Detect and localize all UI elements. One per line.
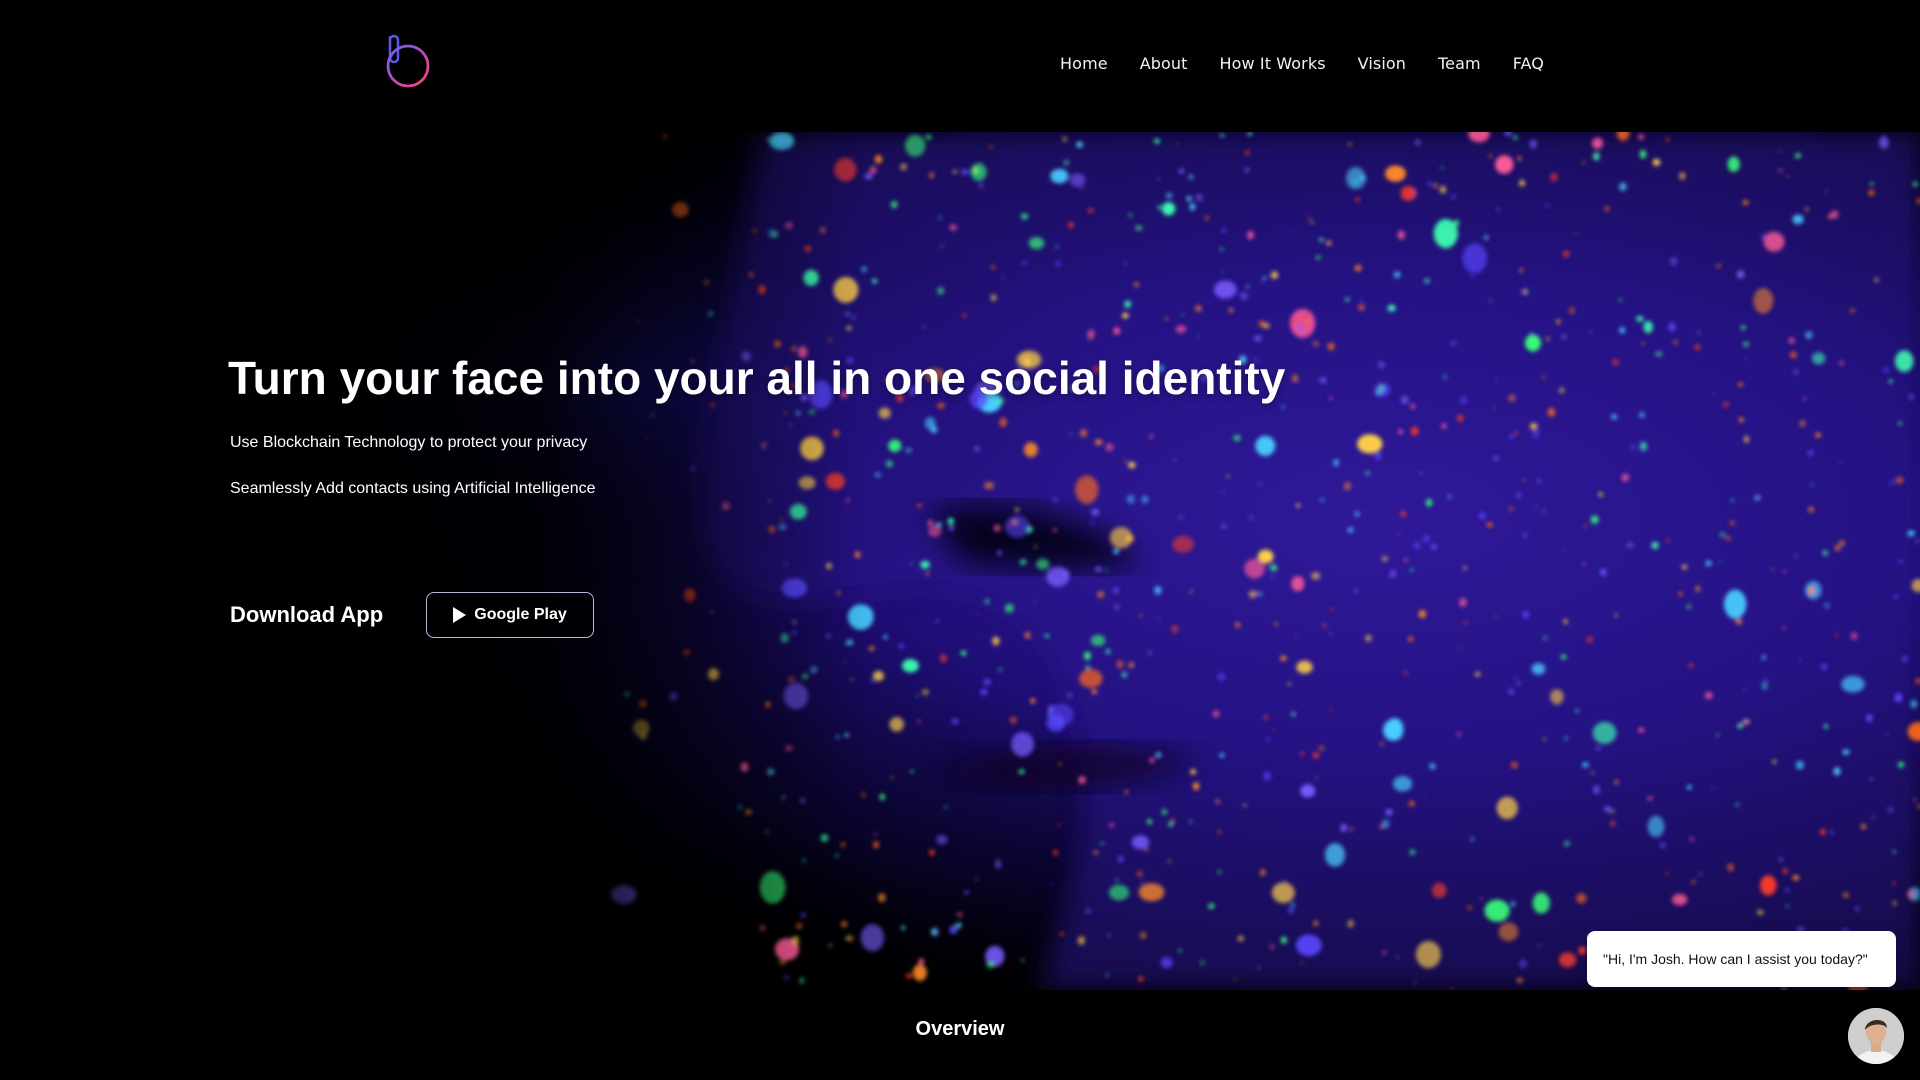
- assistant-avatar[interactable]: [1848, 1008, 1904, 1064]
- hero-section: Turn your face into your all in one soci…: [0, 132, 1920, 990]
- hero-title: Turn your face into your all in one soci…: [228, 352, 1286, 404]
- assistant-avatar-image: [1848, 1008, 1904, 1064]
- google-play-button[interactable]: Google Play: [426, 592, 594, 638]
- landing-page: Home About How It Works Vision Team FAQ: [0, 0, 1920, 1080]
- site-header: Home About How It Works Vision Team FAQ: [0, 0, 1920, 132]
- hero-feature-ai-contacts: Seamlessly Add contacts using Artificial…: [230, 480, 596, 497]
- main-nav: Home About How It Works Vision Team FAQ: [1060, 54, 1544, 73]
- chat-greeting-bubble[interactable]: "Hi, I'm Josh. How can I assist you toda…: [1587, 931, 1896, 987]
- nav-team[interactable]: Team: [1438, 54, 1481, 73]
- google-play-label: Google Play: [474, 606, 567, 623]
- nav-home[interactable]: Home: [1060, 54, 1108, 73]
- hero-content: Turn your face into your all in one soci…: [228, 352, 1328, 638]
- nav-how-it-works[interactable]: How It Works: [1220, 54, 1326, 73]
- play-icon: [453, 607, 467, 623]
- nav-about[interactable]: About: [1140, 54, 1188, 73]
- nav-faq[interactable]: FAQ: [1513, 54, 1544, 73]
- download-row: Download App Google Play: [230, 592, 594, 638]
- brand-logo-icon[interactable]: [380, 32, 436, 92]
- hero-background-image: [0, 132, 1920, 990]
- nav-vision[interactable]: Vision: [1358, 54, 1406, 73]
- download-app-label: Download App: [230, 602, 384, 627]
- hero-feature-blockchain: Use Blockchain Technology to protect you…: [230, 434, 588, 451]
- overview-heading: Overview: [915, 1018, 1005, 1040]
